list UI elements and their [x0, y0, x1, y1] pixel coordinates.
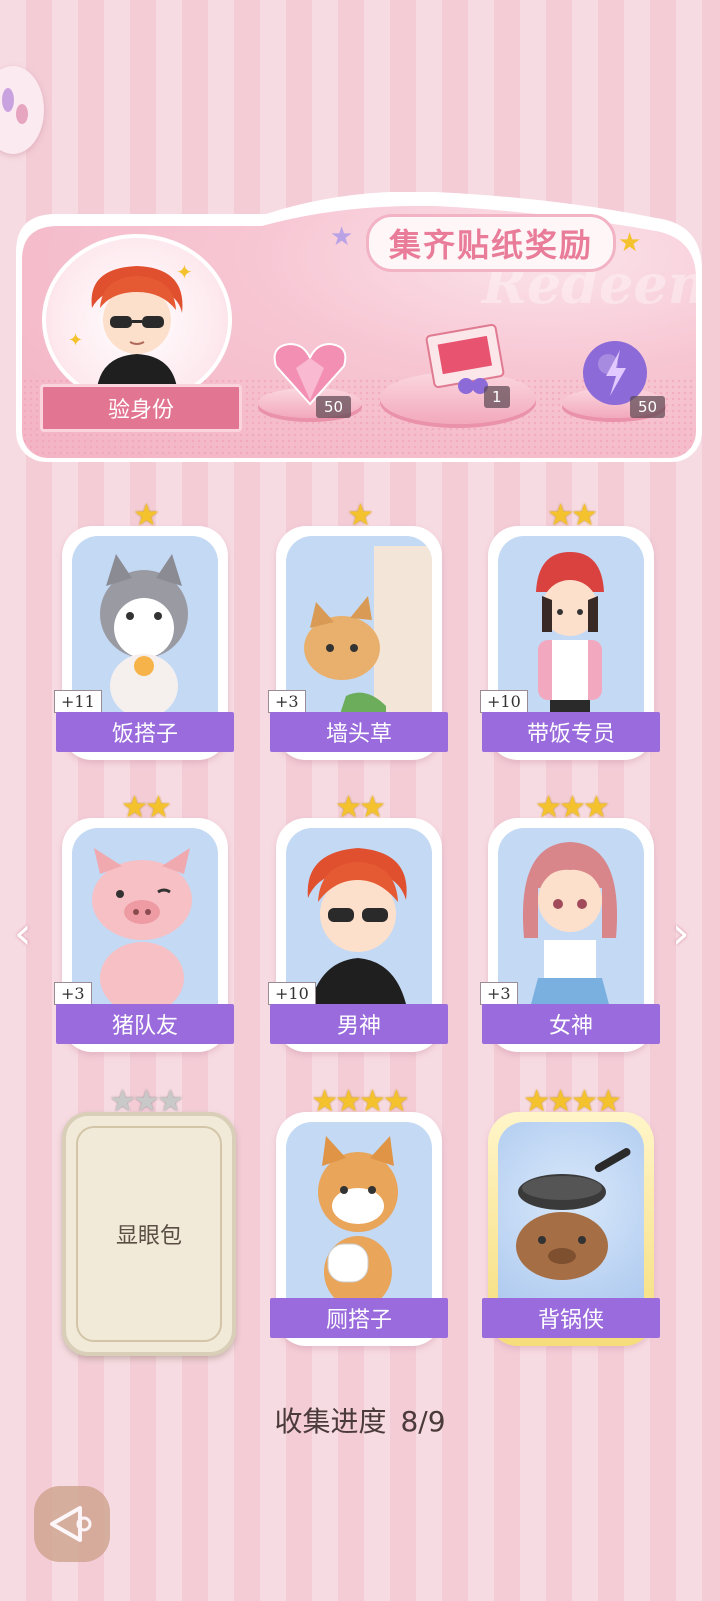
shiba-icon: [318, 1136, 398, 1308]
locked-card-label: 显眼包: [76, 1126, 222, 1342]
star-rating: ★★★: [109, 1084, 184, 1119]
reward-count: 50: [316, 396, 352, 418]
banner-title: 集齐贴纸奖励: [366, 214, 616, 272]
star-rating: ★★★: [535, 790, 610, 825]
card-label: 带饭专员: [482, 712, 660, 752]
progress-label: 收集进度: [274, 1405, 387, 1438]
collection-progress: 收集进度 8/9: [0, 1400, 720, 1440]
count-badge: +3: [480, 982, 518, 1005]
squirrel-icon: [304, 546, 432, 726]
count-badge: +11: [54, 690, 102, 713]
progress-value: 8/9: [400, 1405, 446, 1438]
sticker-card-bei-guo-xia[interactable]: ★★★★ 背锅侠: [482, 1084, 660, 1346]
girl-sailor-icon: [522, 842, 618, 1008]
star-rating: ★★★★: [523, 1084, 622, 1119]
star-rating: ★: [347, 498, 374, 533]
card-label: 猪队友: [56, 1004, 234, 1044]
paw-icon: [2, 88, 28, 124]
pig-icon: [92, 848, 192, 1014]
star-rating: ★★: [121, 790, 172, 825]
gift-box-icon[interactable]: [420, 310, 510, 396]
star-icon: ★: [330, 222, 354, 252]
sticker-card-qiang-tou-cao[interactable]: ★ +3 墙头草: [268, 498, 448, 760]
avatar[interactable]: [42, 234, 232, 406]
count-badge: +10: [268, 982, 316, 1005]
card-label: 男神: [270, 1004, 448, 1044]
card-label: 饭搭子: [56, 712, 234, 752]
card-label: 女神: [482, 1004, 660, 1044]
sticker-card-dai-fan-zhuan-yuan[interactable]: ★★ +10 带饭专员: [480, 498, 660, 760]
card-label: 墙头草: [270, 712, 448, 752]
back-arrow-icon: [50, 1506, 92, 1542]
card-label: 厕搭子: [270, 1298, 448, 1338]
sparkle-icon: ✦: [176, 260, 193, 284]
star-rating: ★: [133, 498, 160, 533]
capybara-wok-icon: [516, 1148, 631, 1280]
sparkle-icon: ✦: [68, 330, 84, 351]
sticker-card-nan-shen[interactable]: ★★ +10 男神: [268, 790, 448, 1052]
prev-page-arrow[interactable]: ‹: [14, 908, 32, 959]
sticker-card-zhu-dui-you[interactable]: ★★ +3 猪队友: [54, 790, 234, 1052]
reward-count: 1: [484, 386, 510, 408]
sticker-card-ce-dazi[interactable]: ★★★★ 厕搭子: [270, 1084, 448, 1346]
menu-corner-button[interactable]: [0, 66, 44, 154]
verify-identity-button[interactable]: 验身份: [40, 384, 242, 432]
count-badge: +3: [268, 690, 306, 713]
sticker-card-fan-dazi[interactable]: ★ +11 饭搭子: [54, 498, 234, 760]
back-button[interactable]: [34, 1486, 110, 1562]
count-badge: +3: [54, 982, 92, 1005]
star-rating: ★★: [335, 790, 386, 825]
star-icon: ★: [618, 228, 642, 258]
reward-count: 50: [630, 396, 666, 418]
next-page-arrow[interactable]: ›: [672, 908, 690, 959]
count-badge: +10: [480, 690, 528, 713]
star-rating: ★★★★: [311, 1084, 410, 1119]
sticker-card-locked[interactable]: ★★★ 显眼包: [62, 1084, 236, 1356]
sticker-card-nv-shen[interactable]: ★★★ +3 女神: [480, 790, 660, 1052]
card-label: 背锅侠: [482, 1298, 660, 1338]
star-rating: ★★: [547, 498, 598, 533]
